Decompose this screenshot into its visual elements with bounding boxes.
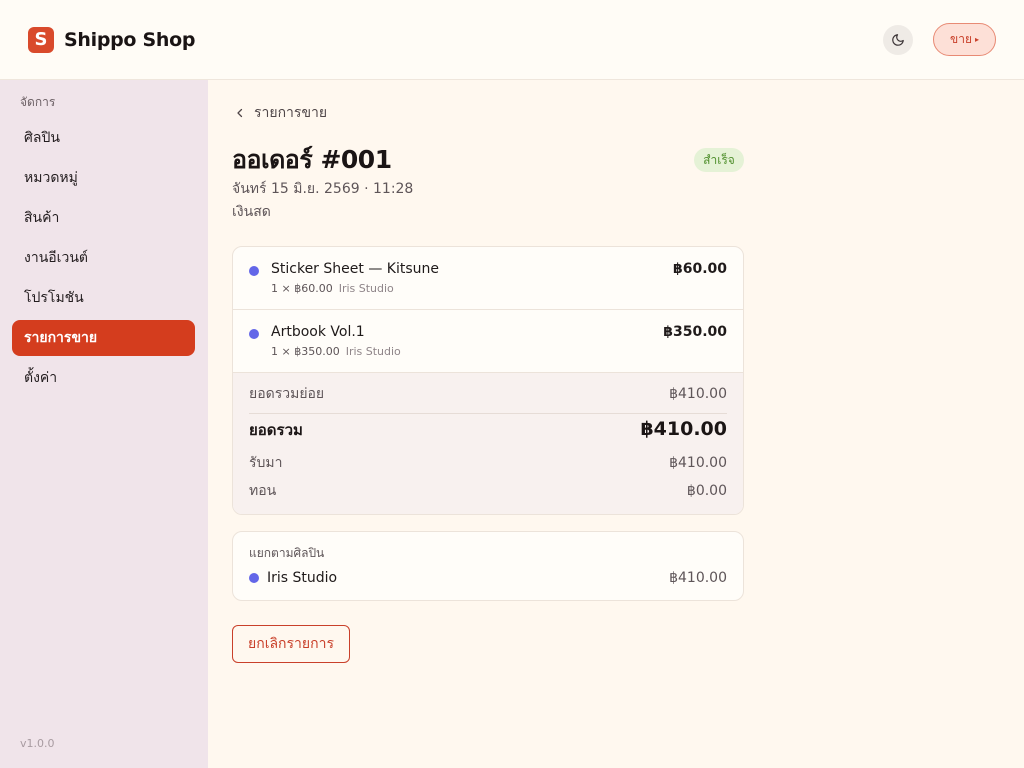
item-details: 1 × ฿60.00 Iris Studio [271,281,394,297]
artist-color-dot [249,266,259,276]
order-date: จันทร์ 15 มิ.ย. 2569 · 11:28 [232,181,414,197]
sidebar: จัดการ ศิลปิน หมวดหมู่ สินค้า งานอีเวนต์… [0,80,208,768]
received-row: รับมา ฿410.00 [249,453,727,473]
sidebar-item-events[interactable]: งานอีเวนต์ [12,240,195,276]
received-value: ฿410.00 [669,455,727,471]
sidebar-heading: จัดการ [20,95,56,109]
item-qty-price: 1 × ฿350.00 [271,345,340,358]
item-price: ฿350.00 [663,324,727,340]
item-name: Artbook Vol.1 [271,324,365,340]
sell-button[interactable]: ขาย ▸ [933,23,996,56]
status-badge: สำเร็จ [694,148,744,172]
artist-breakdown-card: แยกตามศิลปิน Iris Studio ฿410.00 [232,531,744,601]
artist-name: Iris Studio [267,570,338,586]
page-title: ออเดอร์ #001 [232,145,392,174]
sidebar-item-artists[interactable]: ศิลปิน [12,120,195,156]
artist-breakdown-heading: แยกตามศิลปิน [249,546,325,560]
item-price: ฿60.00 [672,261,727,277]
back-link[interactable]: รายการขาย [234,103,327,123]
received-label: รับมา [249,455,283,471]
sidebar-item-products[interactable]: สินค้า [12,200,195,236]
sidebar-item-settings[interactable]: ตั้งค่า [12,360,195,396]
total-row: ยอดรวม ฿410.00 [249,418,727,442]
theme-toggle-button[interactable] [883,25,913,55]
total-label: ยอดรวม [249,421,303,439]
list-item: Artbook Vol.1 1 × ฿350.00 Iris Studio ฿35… [233,310,743,373]
item-artist: Iris Studio [345,345,401,358]
subtotal-label: ยอดรวมย่อย [249,386,325,402]
summary-divider [249,413,727,414]
sidebar-item-sales[interactable]: รายการขาย [12,320,195,356]
back-link-label: รายการขาย [254,105,328,121]
order-items-card: Sticker Sheet — Kitsune 1 × ฿60.00 Iris S… [232,246,744,515]
play-icon: ▸ [974,35,979,44]
item-qty-price: 1 × ฿60.00 [271,282,333,295]
change-row: ทอน ฿0.00 [249,481,727,501]
artist-color-dot [249,329,259,339]
sell-button-label: ขาย [950,32,972,46]
brand-name[interactable]: Shippo Shop [64,27,195,53]
item-details: 1 × ฿350.00 Iris Studio [271,344,401,360]
item-artist: Iris Studio [338,282,394,295]
item-name: Sticker Sheet — Kitsune [271,261,439,277]
cancel-order-button[interactable]: ยกเลิกรายการ [232,625,350,663]
version-label: v1.0.0 [20,737,55,750]
change-value: ฿0.00 [686,483,727,499]
list-item: Sticker Sheet — Kitsune 1 × ฿60.00 Iris S… [233,247,743,310]
chevron-left-icon [237,108,243,118]
moon-icon [892,34,904,46]
sidebar-item-promotions[interactable]: โปรโมชัน [12,280,195,316]
artist-color-dot [249,573,259,583]
payment-method: เงินสด [232,204,271,220]
total-value: ฿410.00 [640,418,727,440]
change-label: ทอน [249,483,277,499]
app-header: S Shippo Shop ขาย ▸ [0,0,1024,80]
subtotal-row: ยอดรวมย่อย ฿410.00 [249,384,727,404]
subtotal-value: ฿410.00 [669,386,727,402]
sidebar-item-categories[interactable]: หมวดหมู่ [12,160,195,196]
logo-icon[interactable]: S [28,27,54,53]
artist-total: ฿410.00 [669,570,727,586]
order-summary: ยอดรวมย่อย ฿410.00 ยอดรวม ฿410.00 รับมา … [233,373,743,514]
